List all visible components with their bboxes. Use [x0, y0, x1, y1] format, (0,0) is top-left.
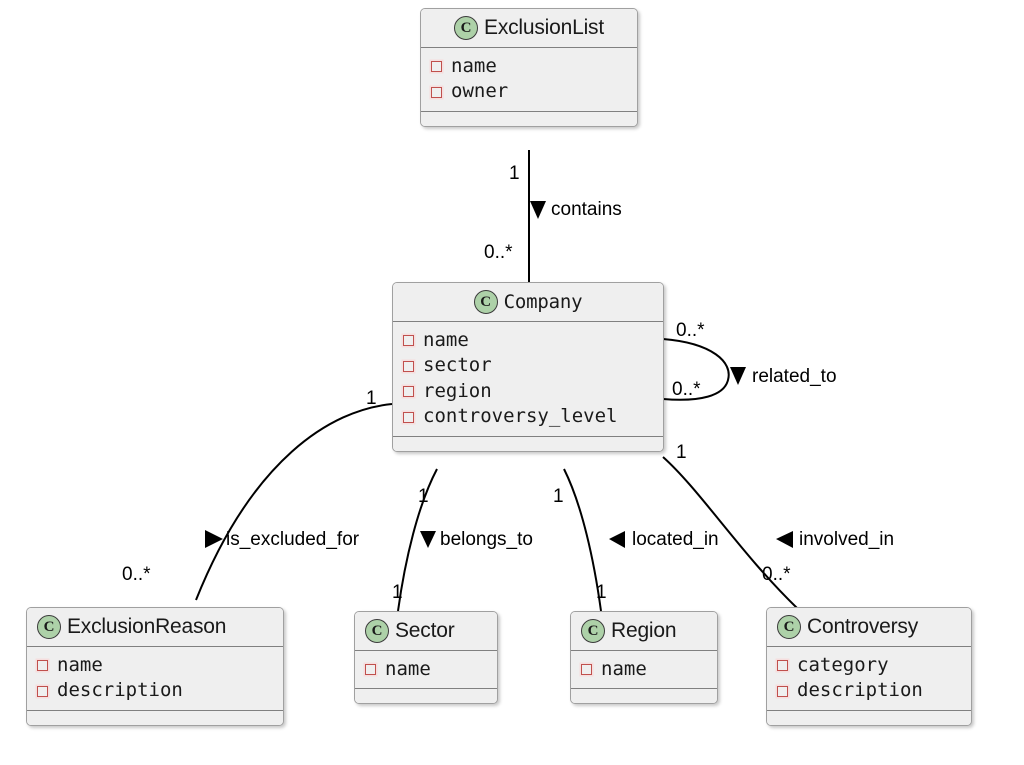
multiplicity-belongs-to-source: 1: [418, 486, 429, 507]
class-attributes-company: name sector region controversy_level: [393, 322, 663, 437]
attribute-row: name: [403, 328, 663, 353]
multiplicity-contains-source: 1: [509, 163, 520, 184]
class-attributes-controversy: category description: [767, 647, 971, 711]
class-icon-c: C: [37, 615, 61, 639]
edge-label-belongs-to: belongs_to: [440, 529, 533, 550]
multiplicity-is-excluded-for-target: 0..*: [122, 564, 151, 585]
triangle-left-icon-involved-in: [776, 531, 793, 548]
class-box-sector[interactable]: C Sector name: [354, 611, 498, 705]
attribute-square-icon: [365, 664, 376, 676]
attribute-row: name: [431, 54, 637, 79]
attribute-square-icon: [431, 86, 442, 98]
attribute-name: sector: [423, 354, 492, 377]
attribute-square-icon: [403, 335, 414, 347]
attribute-name: description: [797, 679, 923, 702]
class-header-exclusion-reason: C ExclusionReason: [27, 608, 283, 647]
multiplicity-involved-in-target: 0..*: [762, 564, 791, 585]
edge-label-involved-in: involved_in: [799, 529, 895, 550]
attribute-row: sector: [403, 353, 663, 378]
attribute-name: name: [385, 658, 431, 680]
triangle-left-icon-located-in: [609, 531, 625, 548]
class-footer-region: [571, 689, 717, 704]
attribute-square-icon: [37, 660, 48, 672]
edge-is-excluded-for: [195, 403, 393, 601]
attribute-name: description: [57, 679, 183, 702]
class-icon-c: C: [777, 615, 801, 639]
attribute-square-icon: [777, 685, 788, 697]
attribute-square-icon: [37, 685, 48, 697]
class-attributes-exclusion-reason: name description: [27, 647, 283, 711]
class-icon-c: C: [454, 16, 479, 40]
triangle-down-icon-belongs-to: [420, 531, 436, 548]
class-title-controversy: Controversy: [807, 615, 919, 638]
class-attributes-region: name: [571, 651, 717, 690]
class-title-company: Company: [503, 291, 583, 313]
attribute-row: region: [403, 379, 663, 404]
class-icon-c: C: [365, 619, 389, 643]
attribute-name: name: [451, 55, 497, 77]
class-attributes-exclusion-list: name owner: [421, 48, 637, 112]
attribute-row: name: [365, 657, 497, 682]
class-footer-sector: [355, 689, 497, 704]
class-attributes-sector: name: [355, 651, 497, 690]
multiplicity-related-to-target: 0..*: [672, 379, 701, 400]
class-title-exclusion-reason: ExclusionReason: [67, 615, 227, 638]
uml-class-diagram: 1 0..* 0..* 0..* 1 0..* 1 1 1 1 1 0..* c…: [0, 0, 1024, 765]
attribute-square-icon: [431, 61, 442, 73]
attribute-name: name: [57, 654, 103, 676]
triangle-down-icon-related-to: [730, 367, 746, 385]
attribute-row: description: [37, 678, 283, 703]
class-box-region[interactable]: C Region name: [570, 611, 718, 705]
attribute-name: category: [797, 654, 889, 676]
class-header-controversy: C Controversy: [767, 608, 971, 647]
class-footer-company: [393, 436, 663, 451]
attribute-row: owner: [431, 79, 637, 104]
class-header-sector: C Sector: [355, 612, 497, 651]
edge-label-related-to: related_to: [752, 366, 837, 387]
attribute-square-icon: [403, 360, 414, 372]
multiplicity-involved-in-source: 1: [676, 442, 687, 463]
triangle-right-icon-is-excluded-for: [205, 530, 223, 548]
attribute-square-icon: [403, 411, 414, 423]
multiplicity-is-excluded-for-source: 1: [366, 388, 377, 409]
attribute-row: controversy_level: [403, 404, 663, 429]
class-box-company[interactable]: C Company name sector region controversy…: [392, 282, 664, 452]
class-box-exclusion-list[interactable]: C ExclusionList name owner: [420, 8, 638, 127]
attribute-row: name: [37, 653, 283, 678]
class-header-exclusion-list: C ExclusionList: [421, 9, 637, 48]
edge-label-is-excluded-for: is_excluded_for: [226, 529, 360, 550]
class-title-region: Region: [611, 619, 677, 642]
multiplicity-located-in-target: 1: [596, 582, 607, 603]
class-header-region: C Region: [571, 612, 717, 651]
attribute-row: name: [581, 657, 717, 682]
class-icon-c: C: [581, 619, 605, 643]
multiplicity-contains-target: 0..*: [484, 242, 513, 263]
edge-label-located-in: located_in: [632, 529, 719, 550]
multiplicity-located-in-source: 1: [553, 486, 564, 507]
attribute-square-icon: [777, 660, 788, 672]
attribute-row: category: [777, 653, 971, 678]
triangle-down-icon-contains: [530, 201, 546, 219]
class-title-sector: Sector: [395, 619, 455, 642]
class-icon-c: C: [473, 290, 498, 314]
class-header-company: C Company: [393, 283, 663, 322]
class-footer-exclusion-reason: [27, 710, 283, 725]
class-footer-exclusion-list: [421, 111, 637, 126]
class-box-exclusion-reason[interactable]: C ExclusionReason name description: [26, 607, 284, 726]
attribute-square-icon: [581, 664, 592, 676]
multiplicity-belongs-to-target: 1: [392, 582, 403, 603]
class-title-exclusion-list: ExclusionList: [484, 16, 604, 39]
attribute-name: controversy_level: [423, 405, 618, 428]
class-footer-controversy: [767, 710, 971, 725]
attribute-name: region: [423, 379, 492, 402]
attribute-name: owner: [451, 80, 509, 103]
attribute-row: description: [777, 678, 971, 703]
attribute-square-icon: [403, 386, 414, 398]
class-box-controversy[interactable]: C Controversy category description: [766, 607, 972, 726]
attribute-name: name: [423, 329, 469, 351]
attribute-name: name: [601, 658, 647, 680]
edge-label-contains: contains: [551, 199, 622, 220]
multiplicity-related-to-source: 0..*: [676, 320, 705, 341]
